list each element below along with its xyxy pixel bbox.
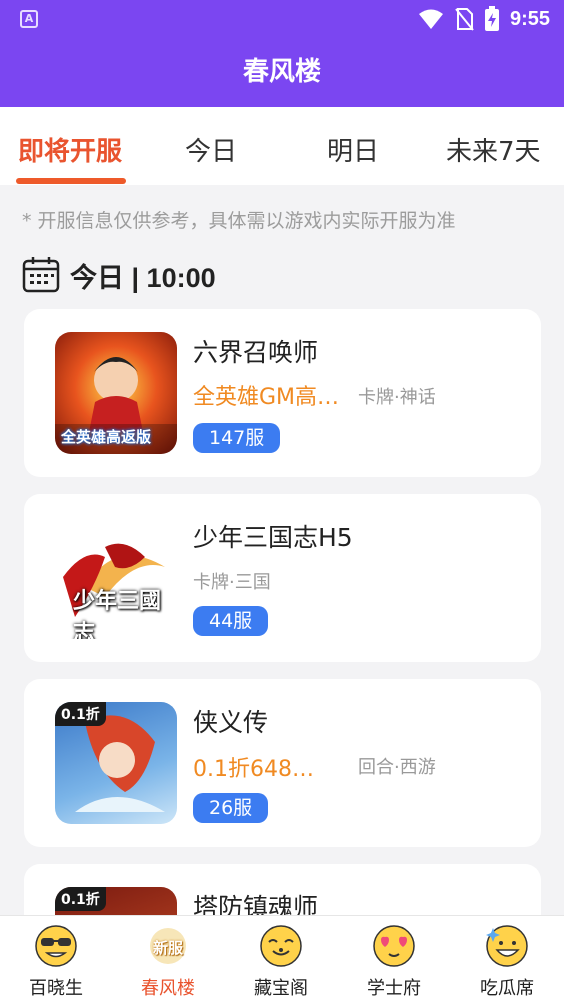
server-badge: 26服 (193, 793, 269, 823)
discount-tag: 0.1折 (55, 702, 106, 726)
sparkle-grin-face-icon (486, 925, 528, 967)
sunglasses-face-icon (35, 925, 77, 967)
tab-upcoming[interactable]: 即将开服 (18, 131, 122, 168)
battery-charging-icon (484, 6, 499, 31)
game-genre: 卡牌·三国 (193, 572, 271, 593)
tab-today[interactable]: 今日 (185, 131, 237, 168)
section-time-title: 今日 | 10:00 (70, 262, 216, 293)
tab-bar: 即将开服 今日 明日 未来7天 (0, 107, 564, 185)
discount-tag: 0.1折 (55, 887, 106, 911)
game-card[interactable]: 全英雄高返版 六界召唤师 全英雄GM高返版 卡牌·神话 147服 (24, 309, 541, 477)
game-genre: 回合·西游 (358, 757, 436, 778)
game-card[interactable]: 0.1折 侠义传 0.1折648仙侠 回合·西游 26服 (24, 679, 541, 847)
tab-tomorrow[interactable]: 明日 (327, 131, 379, 168)
game-thumbnail: 全英雄高返版 (55, 332, 177, 454)
nav-item-chiguaxi[interactable]: 吃瓜席 (451, 916, 563, 1002)
page-title: 春风楼 (0, 38, 564, 107)
thumbnail-caption: 少年三國志 (73, 589, 162, 639)
heart-eyes-face-icon (373, 925, 415, 967)
disclaimer-text: * 开服信息仅供参考，具体需以游戏内实际开服为准 (22, 210, 456, 232)
game-name: 六界召唤师 (193, 338, 319, 367)
server-badge: 44服 (193, 606, 269, 636)
nav-label: 藏宝阁 (254, 978, 308, 999)
server-badge: 147服 (193, 423, 281, 453)
new-server-icon-text: 新服 (152, 939, 183, 957)
tab-next-7-days[interactable]: 未来7天 (446, 131, 541, 168)
game-name: 少年三国志H5 (193, 523, 353, 552)
game-thumbnail: 0.1折 (55, 702, 177, 824)
nav-item-cangbaoge[interactable]: 藏宝阁 (225, 916, 337, 1002)
thumbnail-caption: 全英雄高返版 (61, 428, 152, 446)
bottom-navigation: 百晓生 新服 春风楼 藏宝阁 学士府 吃瓜席 (0, 915, 564, 1002)
no-sim-icon (455, 8, 474, 31)
clock: 9:55 (509, 7, 550, 30)
nav-item-baixiaosheng[interactable]: 百晓生 (0, 916, 112, 1002)
section-header: 今日 | 10:00 (22, 254, 216, 296)
system-icons: 9:55 (418, 6, 550, 32)
nav-item-chunfenglou[interactable]: 新服 春风楼 (112, 916, 224, 1002)
wifi-icon (418, 9, 443, 29)
nav-label: 百晓生 (29, 978, 83, 999)
nav-label: 吃瓜席 (480, 978, 534, 999)
game-promo: 0.1折648仙侠 (193, 757, 333, 782)
game-name: 侠义传 (193, 708, 269, 737)
status-bar: A 9:55 (0, 0, 564, 38)
app-notification-icon: A (20, 10, 38, 28)
game-thumbnail: 少年三國志 (55, 517, 177, 639)
game-promo: 全英雄GM高返版 (193, 385, 343, 410)
calendar-icon (22, 257, 60, 293)
game-card[interactable]: 少年三國志 少年三国志H5 卡牌·三国 44服 (24, 494, 541, 662)
nav-item-xueshifu[interactable]: 学士府 (338, 916, 450, 1002)
active-tab-indicator (16, 178, 126, 184)
game-genre: 卡牌·神话 (358, 387, 436, 408)
nav-label: 春风楼 (141, 978, 195, 999)
smirk-face-icon (260, 925, 302, 967)
nav-label: 学士府 (367, 978, 421, 999)
